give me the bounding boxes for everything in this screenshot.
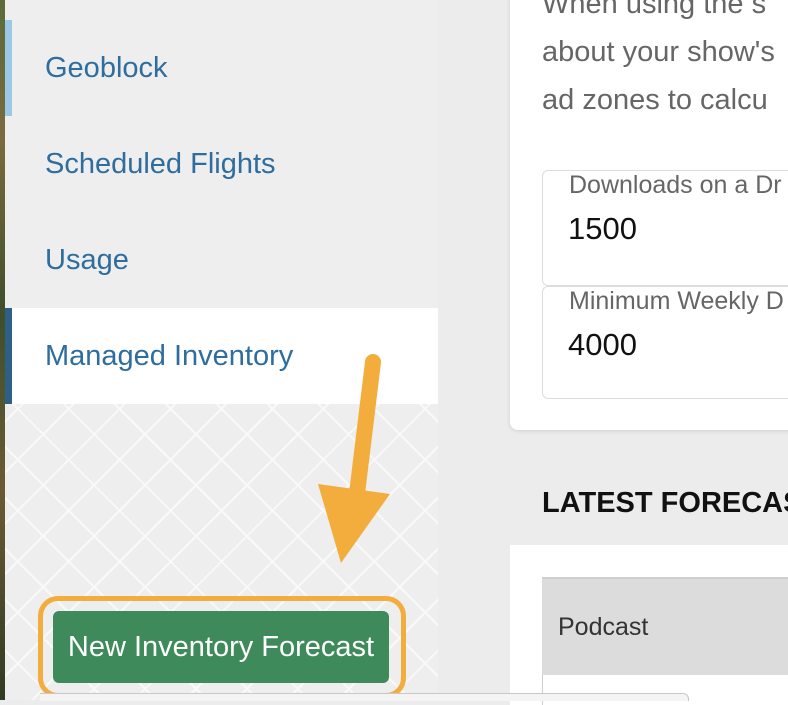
sidebar-item-label: Usage: [45, 243, 129, 276]
intro-line: When using the s: [542, 0, 767, 20]
sidebar-item-label: Managed Inventory: [45, 339, 294, 372]
minimum-weekly-field[interactable]: Minimum Weekly D 4000: [542, 286, 788, 399]
latest-forecasts-title: LATEST FORECAS: [542, 487, 788, 519]
minimum-weekly-field-label: Minimum Weekly D: [567, 287, 786, 316]
column-header-podcast[interactable]: Podcast: [558, 613, 648, 642]
settings-intro: When using the s about your show's ad zo…: [542, 0, 788, 124]
new-inventory-forecast-button[interactable]: New Inventory Forecast: [53, 611, 389, 683]
downloads-field-value[interactable]: 1500: [568, 211, 637, 247]
sidebar-item-geoblock[interactable]: Geoblock: [5, 20, 438, 116]
sidebar-item-label: Scheduled Flights: [45, 147, 276, 180]
intro-line: ad zones to calcu: [542, 84, 768, 116]
sidebar-item-scheduled-flights[interactable]: Scheduled Flights: [5, 116, 438, 212]
intro-line: about your show's: [542, 36, 775, 68]
sidebar-item-label: Geoblock: [45, 51, 168, 84]
active-nav-marker: [5, 308, 12, 404]
forecast-table-header: Podcast: [542, 577, 788, 677]
downloads-field[interactable]: Downloads on a Dr 1500: [542, 170, 788, 286]
sidebar-item-managed-inventory[interactable]: Managed Inventory: [5, 308, 438, 404]
sidebar-item-usage[interactable]: Usage: [5, 212, 438, 308]
downloads-field-label: Downloads on a Dr: [567, 171, 784, 200]
sidebar-nav: Geoblock Scheduled Flights Usage Managed…: [5, 0, 438, 700]
minimum-weekly-field-value[interactable]: 4000: [568, 327, 637, 363]
nav-marker: [5, 20, 12, 116]
